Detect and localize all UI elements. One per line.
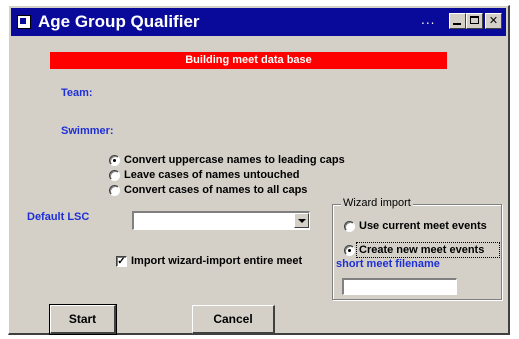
checkbox-label: Import wizard-import entire meet bbox=[131, 255, 303, 267]
radio-button-selected[interactable] bbox=[109, 155, 120, 166]
import-entire-meet-checkbox[interactable]: ✓ bbox=[116, 256, 127, 267]
title-dots: ... bbox=[421, 13, 436, 27]
group-title: Wizard import bbox=[341, 197, 413, 209]
status-message: Building meet data base bbox=[50, 52, 447, 69]
close-icon: ✕ bbox=[488, 14, 499, 27]
radio-label: Leave cases of names untouched bbox=[124, 169, 300, 181]
minimize-icon bbox=[453, 23, 461, 25]
short-meet-filename-label: short meet filename bbox=[336, 258, 440, 270]
short-meet-filename-input[interactable] bbox=[342, 278, 457, 295]
maximize-icon bbox=[470, 16, 479, 24]
radio-button[interactable] bbox=[109, 170, 120, 181]
radio-label: Use current meet events bbox=[359, 220, 487, 232]
default-lsc-label: Default LSC bbox=[27, 211, 90, 223]
team-label: Team: bbox=[61, 87, 93, 99]
radio-label: Create new meet events bbox=[359, 244, 485, 256]
radio-button[interactable] bbox=[344, 221, 355, 232]
default-lsc-select[interactable] bbox=[132, 211, 310, 230]
app-window: Age Group Qualifier ... ✕ Building meet … bbox=[8, 5, 510, 335]
window-title: Age Group Qualifier bbox=[38, 12, 200, 31]
radio-label: Convert cases of names to all caps bbox=[124, 184, 308, 196]
radio-label: Convert uppercase names to leading caps bbox=[124, 154, 345, 166]
swimmer-label: Swimmer: bbox=[61, 125, 114, 137]
cancel-button[interactable]: Cancel bbox=[192, 305, 275, 334]
title-bar[interactable]: Age Group Qualifier ... ✕ bbox=[11, 8, 506, 36]
screenshot-frame: Age Group Qualifier ... ✕ Building meet … bbox=[0, 0, 519, 339]
app-icon bbox=[17, 15, 31, 29]
maximize-button[interactable] bbox=[466, 13, 483, 29]
radio-button-selected[interactable] bbox=[344, 245, 355, 256]
close-button[interactable]: ✕ bbox=[485, 13, 502, 29]
minimize-button[interactable] bbox=[449, 13, 466, 29]
radio-button[interactable] bbox=[109, 185, 120, 196]
start-button[interactable]: Start bbox=[49, 304, 117, 335]
dropdown-arrow-icon[interactable] bbox=[294, 213, 309, 228]
